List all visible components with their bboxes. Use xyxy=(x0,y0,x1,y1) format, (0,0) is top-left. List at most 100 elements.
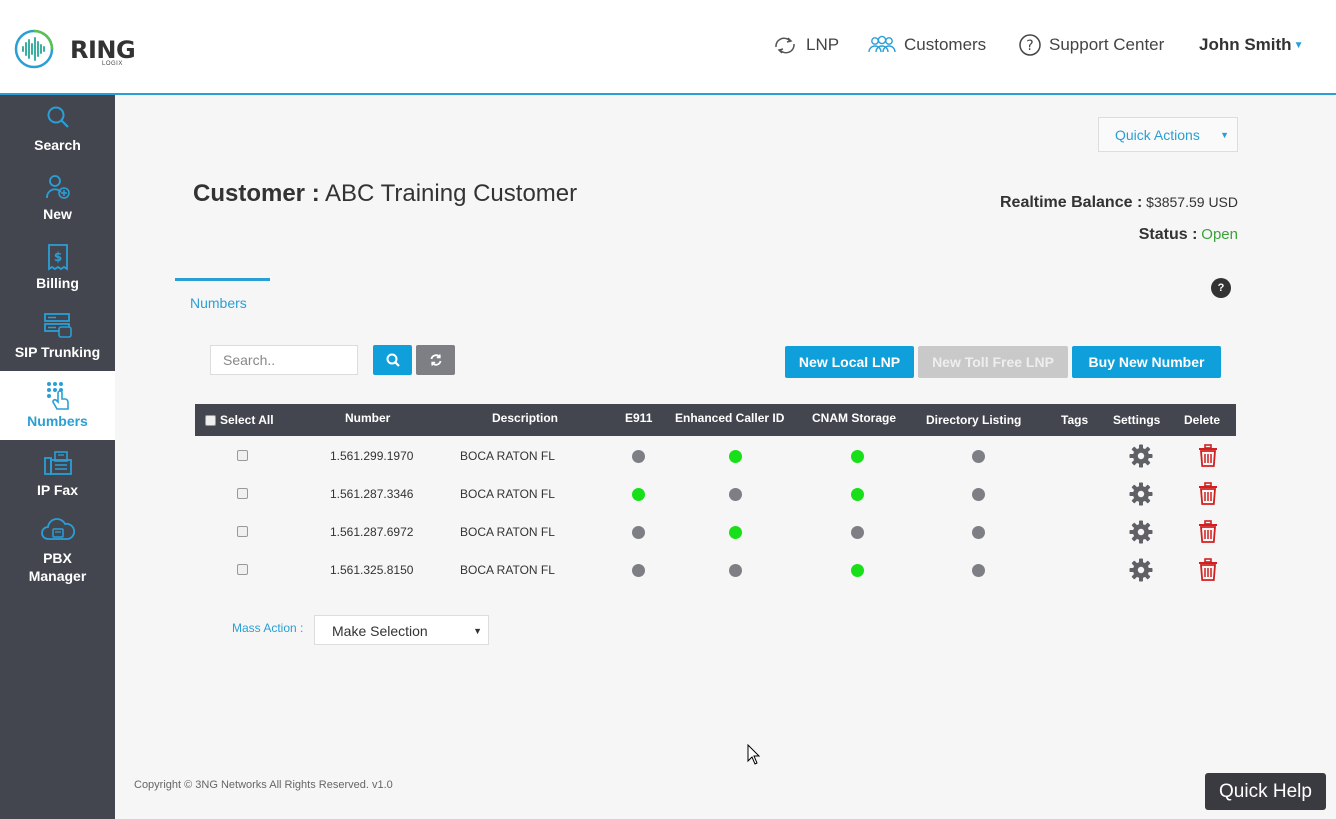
page-title: Customer : ABC Training Customer xyxy=(193,180,577,208)
delete-trash-icon[interactable] xyxy=(1198,520,1218,544)
directory-listing-status-dot xyxy=(972,488,985,501)
sidebar-item-billing[interactable]: $ Billing xyxy=(0,233,115,302)
customers-group-icon xyxy=(868,35,896,55)
phone-number[interactable]: 1.561.287.6972 xyxy=(330,525,413,539)
table-row: 1.561.299.1970 BOCA RATON FL xyxy=(195,437,1236,475)
nav-customers-label: Customers xyxy=(904,35,987,54)
user-menu[interactable]: John Smith ▼ xyxy=(1199,33,1303,57)
user-name: John Smith xyxy=(1199,35,1292,54)
balance-value: $3857.59 USD xyxy=(1146,194,1238,210)
sidebar-item-label: PBX Manager xyxy=(28,550,87,584)
settings-gear-icon[interactable] xyxy=(1129,444,1153,468)
delete-trash-icon[interactable] xyxy=(1198,558,1218,582)
caret-down-icon: ▼ xyxy=(1293,39,1304,51)
nav-lnp[interactable]: LNP xyxy=(772,33,839,57)
lnp-transfer-icon xyxy=(772,35,798,55)
mouse-cursor-icon xyxy=(747,744,761,765)
mass-action-label: Mass Action : xyxy=(232,621,304,635)
sidebar-item-label: IP Fax xyxy=(37,482,78,498)
enhanced-caller-id-status-dot xyxy=(729,526,742,539)
balance-label: Realtime Balance : xyxy=(999,194,1143,211)
settings-gear-icon[interactable] xyxy=(1129,520,1153,544)
enhanced-caller-id-status-dot xyxy=(729,488,742,501)
phone-number[interactable]: 1.561.299.1970 xyxy=(330,449,413,463)
sidebar: Search New $ Billing SIP Trunking Number… xyxy=(0,95,115,819)
cnam-storage-status-dot xyxy=(851,488,864,501)
search-icon xyxy=(386,353,400,367)
row-checkbox[interactable] xyxy=(237,526,248,537)
buy-new-number-button[interactable]: Buy New Number xyxy=(1072,346,1221,378)
cnam-storage-status-dot xyxy=(851,526,864,539)
sidebar-item-ip-fax[interactable]: IP Fax xyxy=(0,440,115,509)
svg-text:?: ? xyxy=(1026,38,1033,54)
row-checkbox[interactable] xyxy=(237,450,248,461)
select-all-checkbox[interactable] xyxy=(205,414,216,426)
settings-gear-icon[interactable] xyxy=(1129,482,1153,506)
customer-name: ABC Training Customer xyxy=(325,180,578,207)
sidebar-item-search[interactable]: Search xyxy=(0,95,115,164)
table-row: 1.561.325.8150 BOCA RATON FL xyxy=(195,551,1236,589)
quick-actions-label: Quick Actions xyxy=(1115,127,1200,143)
numbers-table-header: Select All Number Description E911 Enhan… xyxy=(195,404,1236,436)
sidebar-item-numbers[interactable]: Numbers xyxy=(0,371,115,440)
row-checkbox[interactable] xyxy=(237,488,248,499)
refresh-button[interactable] xyxy=(416,345,455,375)
ringlogix-logo[interactable]: RING LOGIX xyxy=(14,29,136,70)
mass-action-select[interactable]: Make Selection ▼ xyxy=(314,615,489,645)
delete-trash-icon[interactable] xyxy=(1198,482,1218,506)
logo-subtext: LOGIX xyxy=(102,61,123,67)
search-icon xyxy=(0,105,115,133)
sidebar-item-label: SIP Trunking xyxy=(14,344,101,360)
logo-text: RING xyxy=(70,36,136,64)
new-local-lnp-button[interactable]: New Local LNP xyxy=(785,346,914,378)
column-header-description: Description xyxy=(492,411,559,425)
column-header-directory-listing: Directory Listing xyxy=(926,413,1022,427)
help-icon[interactable]: ? xyxy=(1211,278,1231,298)
sip-trunking-icon xyxy=(0,312,115,340)
cnam-storage-status-dot xyxy=(851,450,864,463)
column-header-delete: Delete xyxy=(1184,413,1221,427)
sidebar-item-sip-trunking[interactable]: SIP Trunking xyxy=(0,302,115,371)
search-button[interactable] xyxy=(373,345,412,375)
cnam-storage-status-dot xyxy=(851,564,864,577)
number-description: BOCA RATON FL xyxy=(460,487,555,501)
e911-status-dot xyxy=(632,564,645,577)
select-all-label: Select All xyxy=(220,413,274,427)
e911-status-dot xyxy=(632,488,645,501)
tab-numbers[interactable]: Numbers xyxy=(175,278,270,314)
customer-status: Status : Open xyxy=(1139,226,1238,244)
refresh-icon xyxy=(430,354,441,366)
select-all[interactable]: Select All xyxy=(205,413,274,427)
sidebar-item-new[interactable]: New xyxy=(0,164,115,233)
svg-text:$: $ xyxy=(53,250,61,264)
column-header-number: Number xyxy=(345,411,391,425)
nav-support-center[interactable]: ? Support Center xyxy=(1019,33,1164,57)
enhanced-caller-id-status-dot xyxy=(729,564,742,577)
phone-number[interactable]: 1.561.325.8150 xyxy=(330,563,413,577)
directory-listing-status-dot xyxy=(972,564,985,577)
nav-support-label: Support Center xyxy=(1049,35,1165,54)
status-label: Status : xyxy=(1138,226,1198,243)
sidebar-item-pbx-manager[interactable]: PBX Manager xyxy=(0,509,115,599)
delete-trash-icon[interactable] xyxy=(1198,444,1218,468)
realtime-balance: Realtime Balance : $3857.59 USD xyxy=(1000,194,1238,212)
quick-help-button[interactable]: Quick Help xyxy=(1205,773,1326,810)
sidebar-item-label: Billing xyxy=(36,275,79,291)
search-input[interactable] xyxy=(210,345,358,375)
phone-number[interactable]: 1.561.287.3346 xyxy=(330,487,413,501)
enhanced-caller-id-status-dot xyxy=(729,450,742,463)
settings-gear-icon[interactable] xyxy=(1129,558,1153,582)
quick-actions-dropdown[interactable]: Quick Actions ▼ xyxy=(1098,117,1238,152)
nav-customers[interactable]: Customers xyxy=(868,33,986,57)
add-user-icon xyxy=(0,174,115,202)
customer-label: Customer : xyxy=(193,180,320,207)
caret-down-icon: ▼ xyxy=(1220,130,1229,140)
row-checkbox[interactable] xyxy=(237,564,248,575)
top-header: RING LOGIX LNP Customers ? Support Cente… xyxy=(0,0,1336,95)
number-description: BOCA RATON FL xyxy=(460,449,555,463)
e911-status-dot xyxy=(632,526,645,539)
new-toll-free-lnp-button[interactable]: New Toll Free LNP xyxy=(918,346,1068,378)
directory-listing-status-dot xyxy=(972,450,985,463)
column-header-enhanced-caller-id: Enhanced Caller ID xyxy=(675,411,785,425)
table-row: 1.561.287.6972 BOCA RATON FL xyxy=(195,513,1236,551)
